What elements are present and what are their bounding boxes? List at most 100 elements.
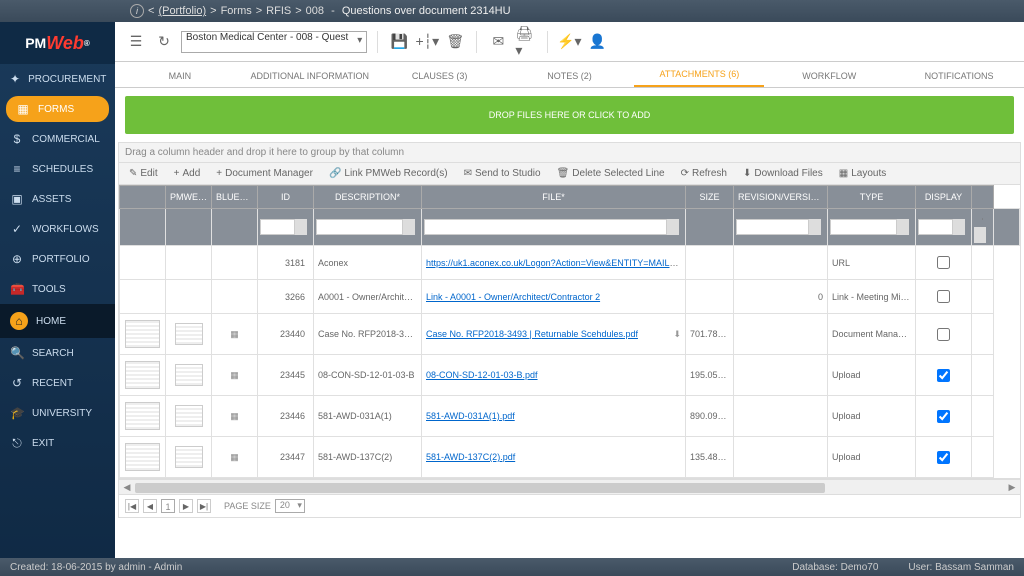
filter-input[interactable] bbox=[424, 219, 667, 235]
pager-next[interactable]: ▶ bbox=[179, 499, 193, 513]
tab-workflow[interactable]: WORKFLOW bbox=[764, 65, 894, 87]
sidebar-item-procurement[interactable]: ✦PROCUREMENT bbox=[0, 64, 115, 94]
sidebar-item-recent[interactable]: ↺RECENT bbox=[0, 368, 115, 398]
filter-input[interactable] bbox=[918, 219, 953, 235]
filter-input[interactable] bbox=[830, 219, 897, 235]
email-icon[interactable]: ✉ bbox=[487, 31, 509, 53]
download-icon[interactable]: ⬇ bbox=[673, 329, 681, 340]
filter-input[interactable] bbox=[736, 219, 809, 235]
project-selector[interactable]: Boston Medical Center - 008 - Quest bbox=[181, 31, 367, 53]
col-header[interactable]: PMWEB VIEWER bbox=[166, 186, 212, 209]
display-checkbox[interactable] bbox=[937, 328, 950, 341]
user-icon[interactable]: 👤 bbox=[586, 31, 608, 53]
col-header[interactable]: FILE* bbox=[422, 186, 686, 209]
history-icon[interactable]: ↻ bbox=[153, 31, 175, 53]
add-button[interactable]: +Add bbox=[168, 166, 207, 181]
bluebeam-icon[interactable]: ▦ bbox=[230, 411, 239, 421]
bluebeam-icon[interactable]: ▦ bbox=[230, 370, 239, 380]
table-row[interactable]: ▦23446581-AWD-031A(1)581-AWD-031A(1).pdf… bbox=[120, 396, 1020, 437]
sidebar-item-schedules[interactable]: ≡SCHEDULES bbox=[0, 154, 115, 184]
display-checkbox[interactable] bbox=[937, 256, 950, 269]
info-icon[interactable]: i bbox=[130, 4, 144, 18]
save-icon[interactable]: 💾 bbox=[388, 31, 410, 53]
pager-page[interactable]: 1 bbox=[161, 499, 175, 513]
filter-button[interactable] bbox=[403, 219, 415, 235]
sidebar-item-search[interactable]: 🔍SEARCH bbox=[0, 338, 115, 368]
display-checkbox[interactable] bbox=[937, 369, 950, 382]
sidebar-item-assets[interactable]: ▣ASSETS bbox=[0, 184, 115, 214]
breadcrumb-portfolio[interactable]: (Portfolio) bbox=[158, 5, 206, 17]
table-row[interactable]: 3266A0001 - Owner/Architect/ContractorLi… bbox=[120, 280, 1020, 314]
tab-main[interactable]: MAIN bbox=[115, 65, 245, 87]
breadcrumb-rfis[interactable]: RFIS bbox=[266, 5, 291, 17]
print-icon[interactable]: 🖨▾ bbox=[515, 31, 537, 53]
filter-button[interactable] bbox=[295, 219, 307, 235]
pager-last[interactable]: ▶| bbox=[197, 499, 211, 513]
bluebeam-icon[interactable]: ▦ bbox=[230, 329, 239, 339]
sidebar-item-university[interactable]: 🎓UNIVERSITY bbox=[0, 398, 115, 428]
cell-file-link[interactable]: 581-AWD-137C(2).pdf bbox=[426, 452, 515, 462]
table-row[interactable]: ▦23447581-AWD-137C(2)581-AWD-137C(2).pdf… bbox=[120, 437, 1020, 478]
tab-notifications[interactable]: NOTIFICATIONS bbox=[894, 65, 1024, 87]
table-row[interactable]: ▦2344508-CON-SD-12-01-03-B08-CON-SD-12-0… bbox=[120, 355, 1020, 396]
col-header[interactable]: DESCRIPTION* bbox=[314, 186, 422, 209]
bluebeam-icon[interactable]: ▦ bbox=[230, 452, 239, 462]
filter-button[interactable] bbox=[809, 219, 821, 235]
cell-file-link[interactable]: 581-AWD-031A(1).pdf bbox=[426, 411, 515, 421]
refresh-button[interactable]: ⟳Refresh bbox=[675, 166, 733, 181]
table-row[interactable]: ▦23440Case No. RFP2018-3493 | Returnable… bbox=[120, 314, 1020, 355]
add-icon[interactable]: +┆▾ bbox=[416, 31, 438, 53]
filter-button[interactable] bbox=[667, 219, 679, 235]
page-size-select[interactable]: 20 bbox=[275, 499, 305, 513]
tab-attachments-[interactable]: ATTACHMENTS (6) bbox=[634, 63, 764, 87]
sidebar-item-tools[interactable]: 🧰TOOLS bbox=[0, 274, 115, 304]
drop-zone[interactable]: DROP FILES HERE OR CLICK TO ADD bbox=[125, 96, 1014, 134]
cell-file-link[interactable]: Link - A0001 - Owner/Architect/Contracto… bbox=[426, 292, 600, 302]
display-checkbox[interactable] bbox=[937, 410, 950, 423]
delete-line-button[interactable]: 🗑Delete Selected Line bbox=[551, 166, 671, 181]
col-header[interactable]: BLUEBEAM bbox=[212, 186, 258, 209]
sidebar-item-home[interactable]: ⌂HOME bbox=[0, 304, 115, 338]
sidebar-item-portfolio[interactable]: ⊕PORTFOLIO bbox=[0, 244, 115, 274]
pager-prev[interactable]: ◀ bbox=[143, 499, 157, 513]
group-by-hint[interactable]: Drag a column header and drop it here to… bbox=[118, 142, 1021, 163]
col-header[interactable]: ID bbox=[258, 186, 314, 209]
col-header[interactable]: REVISION/VERSION bbox=[734, 186, 828, 209]
col-header[interactable]: SIZE bbox=[686, 186, 734, 209]
pmweb-viewer-icon[interactable] bbox=[175, 323, 203, 345]
cell-file-link[interactable]: https://uk1.aconex.co.uk/Logon?Action=Vi… bbox=[426, 258, 686, 268]
link-record-button[interactable]: 🔗Link PMWeb Record(s) bbox=[323, 166, 454, 181]
display-checkbox[interactable] bbox=[937, 451, 950, 464]
filter-button[interactable] bbox=[897, 219, 909, 235]
tab-additional-information[interactable]: ADDITIONAL INFORMATION bbox=[245, 65, 375, 87]
tab-clauses-[interactable]: CLAUSES (3) bbox=[375, 65, 505, 87]
breadcrumb-id[interactable]: 008 bbox=[306, 5, 324, 17]
download-files-button[interactable]: ⬇Download Files bbox=[737, 166, 829, 181]
sidebar-item-workflows[interactable]: ✓WORKFLOWS bbox=[0, 214, 115, 244]
edit-button[interactable]: ✎Edit bbox=[123, 166, 164, 181]
filter-button[interactable] bbox=[974, 227, 986, 243]
display-checkbox[interactable] bbox=[937, 290, 950, 303]
col-header[interactable]: TYPE bbox=[828, 186, 916, 209]
col-header[interactable]: DISPLAY bbox=[916, 186, 972, 209]
table-row[interactable]: 3181Aconexhttps://uk1.aconex.co.uk/Logon… bbox=[120, 246, 1020, 280]
layouts-button[interactable]: ▦Layouts bbox=[833, 166, 892, 181]
pmweb-viewer-icon[interactable] bbox=[175, 446, 203, 468]
menu-icon[interactable]: ☰ bbox=[125, 31, 147, 53]
delete-icon[interactable]: 🗑 bbox=[444, 31, 466, 53]
document-manager-button[interactable]: +Document Manager bbox=[210, 166, 319, 181]
pager-first[interactable]: |◀ bbox=[125, 499, 139, 513]
bolt-icon[interactable]: ⚡▾ bbox=[558, 31, 580, 53]
pmweb-viewer-icon[interactable] bbox=[175, 364, 203, 386]
pmweb-viewer-icon[interactable] bbox=[175, 405, 203, 427]
filter-input[interactable] bbox=[260, 219, 295, 235]
filter-display-checkbox[interactable] bbox=[982, 211, 983, 227]
cell-file-link[interactable]: 08-CON-SD-12-01-03-B.pdf bbox=[426, 370, 538, 380]
cell-file-link[interactable]: Case No. RFP2018-3493 | Returnable Scehd… bbox=[426, 329, 638, 339]
sidebar-item-forms[interactable]: ▦FORMS bbox=[6, 96, 109, 122]
sidebar-item-exit[interactable]: ⎋EXIT bbox=[0, 428, 115, 459]
breadcrumb-forms[interactable]: Forms bbox=[221, 5, 252, 17]
filter-input[interactable] bbox=[316, 219, 403, 235]
tab-notes-[interactable]: NOTES (2) bbox=[505, 65, 635, 87]
filter-button[interactable] bbox=[953, 219, 965, 235]
